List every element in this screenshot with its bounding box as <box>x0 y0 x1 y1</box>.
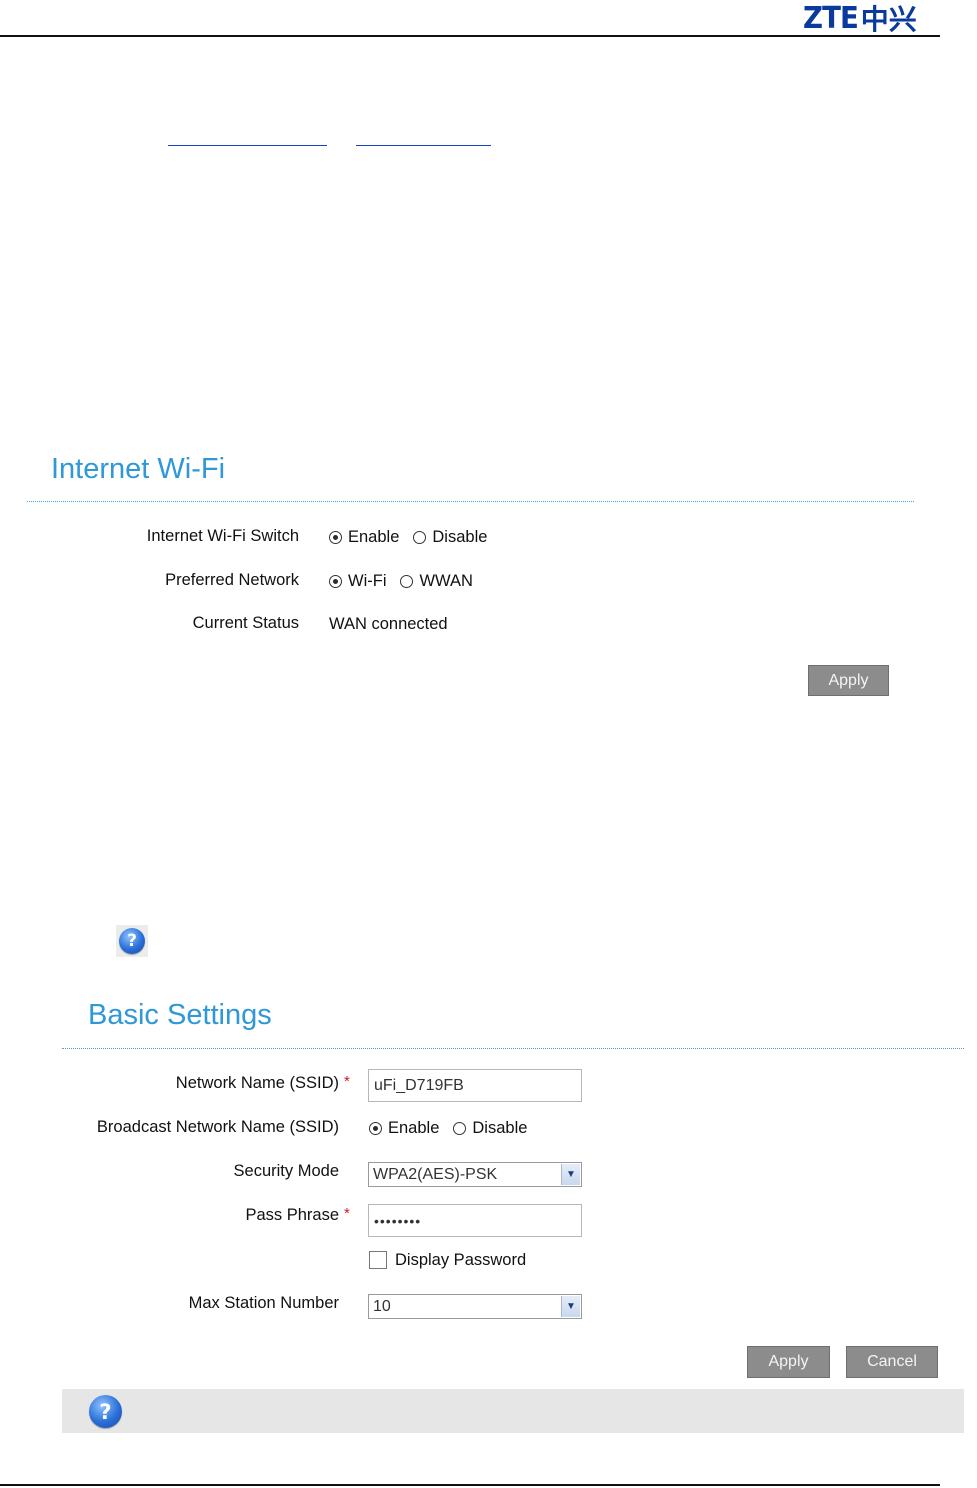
display-password-row: Display Password <box>369 1250 526 1270</box>
radio-unselected-icon[interactable] <box>400 574 414 588</box>
radio-unselected-icon[interactable] <box>453 1121 467 1135</box>
basic-settings-apply-button[interactable]: Apply <box>747 1346 830 1378</box>
radio-selected-icon[interactable] <box>369 1121 382 1135</box>
internet-wifi-apply-button[interactable]: Apply <box>808 665 889 696</box>
radio-selected-icon[interactable] <box>329 574 342 588</box>
broadcast-ssid-label: Broadcast Network Name (SSID) <box>96 1118 339 1136</box>
logo-chinese: 中兴 <box>860 3 917 36</box>
security-mode-value: WPA2(AES)-PSK <box>373 1165 498 1183</box>
pass-phrase-label: Pass Phrase <box>245 1206 339 1224</box>
current-status-label: Current Status <box>192 614 299 632</box>
network-wifi-option[interactable]: Wi-Fi <box>329 572 386 591</box>
zte-logo: ZTE 中兴 <box>803 0 917 37</box>
link-underline-1[interactable] <box>168 145 327 147</box>
preferred-network-label: Preferred Network <box>165 571 299 589</box>
basic-settings-divider <box>62 1048 964 1049</box>
basic-settings-cancel-button[interactable]: Cancel <box>846 1346 938 1378</box>
security-mode-label: Security Mode <box>233 1162 339 1180</box>
broadcast-ssid-group: Enable Disable <box>369 1118 541 1138</box>
help-question-icon[interactable]: ? <box>119 928 145 954</box>
pass-phrase-required-mark: * <box>344 1205 350 1222</box>
internet-wifi-divider <box>27 501 914 502</box>
network-wwan-option[interactable]: WWAN <box>400 572 473 591</box>
security-mode-select[interactable]: WPA2(AES)-PSK ▼ <box>368 1162 582 1187</box>
pass-phrase-input[interactable]: •••••••• <box>368 1204 582 1237</box>
chevron-down-icon[interactable]: ▼ <box>561 1296 580 1317</box>
help-question-icon[interactable]: ? <box>89 1395 122 1428</box>
wifi-switch-label: Internet Wi-Fi Switch <box>146 527 299 545</box>
ssid-input[interactable]: uFi_D719FB <box>368 1069 582 1102</box>
wifi-switch-disable[interactable]: Disable <box>413 528 487 547</box>
link-underline-2[interactable] <box>356 145 491 147</box>
ssid-label: Network Name (SSID) <box>175 1074 339 1092</box>
preferred-network-group: Wi-Fi WWAN <box>329 571 487 591</box>
display-password-label: Display Password <box>395 1250 527 1269</box>
header-rule <box>0 35 940 37</box>
max-station-value: 10 <box>373 1297 391 1315</box>
radio-selected-icon[interactable] <box>329 530 342 544</box>
help-bar <box>62 1389 964 1433</box>
help-icon-frame[interactable]: ? <box>116 925 148 957</box>
radio-unselected-icon[interactable] <box>413 530 427 544</box>
broadcast-enable-option[interactable]: Enable <box>369 1119 439 1138</box>
chevron-down-icon[interactable]: ▼ <box>561 1164 580 1185</box>
max-station-select[interactable]: 10 ▼ <box>368 1294 582 1319</box>
internet-wifi-title: Internet Wi-Fi <box>51 453 226 485</box>
footer-rule <box>0 1484 940 1486</box>
logo-latin: ZTE <box>803 0 859 36</box>
display-password-checkbox[interactable] <box>369 1251 387 1269</box>
current-status-value: WAN connected <box>329 614 448 633</box>
basic-settings-title: Basic Settings <box>88 999 272 1031</box>
wifi-switch-enable[interactable]: Enable <box>329 528 399 547</box>
ssid-required-mark: * <box>344 1073 350 1090</box>
broadcast-disable-option[interactable]: Disable <box>453 1119 527 1138</box>
wifi-switch-group: Enable Disable <box>329 527 501 547</box>
max-station-label: Max Station Number <box>188 1294 339 1312</box>
